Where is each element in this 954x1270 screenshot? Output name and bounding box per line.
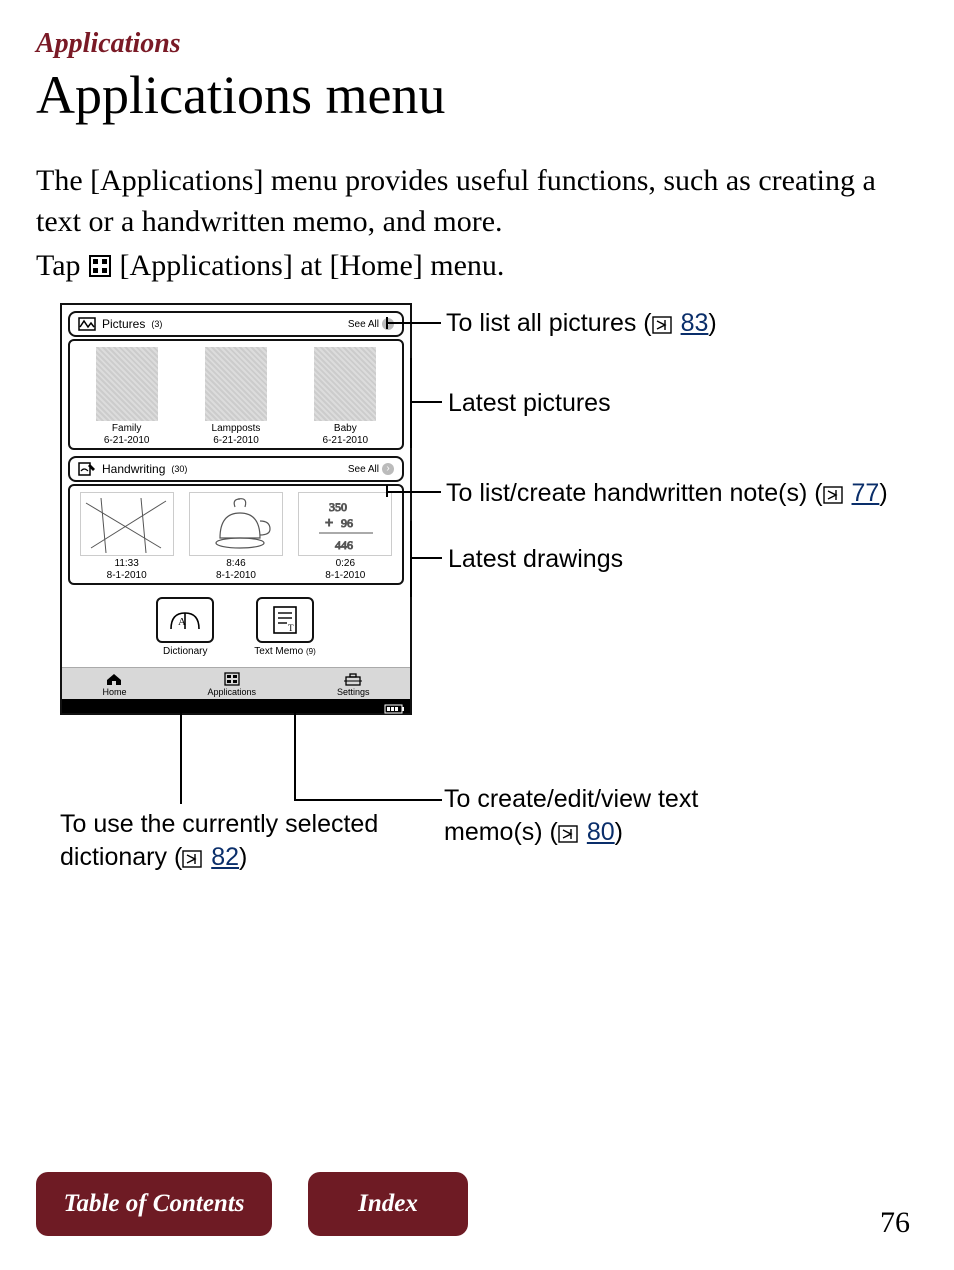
leader-tick <box>410 358 412 448</box>
thumb-label: 11:33 <box>75 558 179 570</box>
device-footer: Home Applications Settings <box>62 667 410 699</box>
leader-line <box>386 322 441 324</box>
dictionary-label: Dictionary <box>156 646 214 657</box>
seeall-label: See All <box>348 464 379 475</box>
seeall-label: See All <box>348 319 379 330</box>
device-statusbar <box>62 699 410 713</box>
svg-text:A: A <box>178 616 186 628</box>
battery-icon <box>384 701 406 719</box>
footer-settings[interactable]: Settings <box>337 672 370 697</box>
thumb-date: 8-1-2010 <box>293 570 397 581</box>
callout-textmemo: To create/edit/view text memo(s) ( 80) <box>444 783 764 851</box>
chevron-right-icon: › <box>382 318 394 330</box>
leader-line <box>410 401 442 403</box>
thumb-date: 6-21-2010 <box>75 435 179 446</box>
handwriting-icon <box>78 462 96 476</box>
footer-applications[interactable]: Applications <box>207 672 256 697</box>
svg-text:T: T <box>288 623 294 633</box>
drawing-thumb-3[interactable]: 350 96 +446 0:26 8-1-2010 <box>293 492 397 581</box>
page-link-80[interactable]: 80 <box>587 818 615 846</box>
page-ref-icon <box>823 480 843 513</box>
home-icon <box>105 672 123 686</box>
callout-latest-drawings: Latest drawings <box>448 543 623 576</box>
leader-line <box>294 706 296 800</box>
leader-line <box>294 799 442 801</box>
page-link-77[interactable]: 77 <box>852 479 880 507</box>
diagram: Pictures (3) See All › Family 6-21-2010 … <box>36 303 918 883</box>
pictures-count: (3) <box>151 319 162 329</box>
device-screenshot: Pictures (3) See All › Family 6-21-2010 … <box>60 303 412 715</box>
svg-text:96: 96 <box>341 516 353 530</box>
textmemo-icon: T <box>256 597 314 643</box>
thumb-label: Baby <box>293 423 397 435</box>
page-number: 76 <box>880 1206 910 1240</box>
tap-pre: Tap <box>36 249 88 282</box>
leader-tick <box>168 706 194 708</box>
pictures-label: Pictures <box>102 317 145 331</box>
leader-line <box>410 557 442 559</box>
handwriting-label: Handwriting <box>102 462 165 476</box>
leader-tick <box>386 485 388 497</box>
textmemo-tile[interactable]: T Text Memo (9) <box>254 597 315 657</box>
thumb-date: 8-1-2010 <box>75 570 179 581</box>
section-header: Applications <box>36 28 918 60</box>
thumb-label: 0:26 <box>293 558 397 570</box>
page-link-83[interactable]: 83 <box>681 309 709 337</box>
intro-paragraph: The [Applications] menu provides useful … <box>36 160 918 243</box>
svg-text:350: 350 <box>329 500 347 514</box>
drawing-thumb-1[interactable]: 11:33 8-1-2010 <box>75 492 179 581</box>
page-ref-icon <box>182 844 202 877</box>
svg-text:446: 446 <box>335 538 353 552</box>
thumb-label: 8:46 <box>184 558 288 570</box>
handwriting-thumbs[interactable]: 11:33 8-1-2010 8:46 8-1-2010 350 96 +446 0… <box>68 484 404 585</box>
footer-applications-label: Applications <box>207 687 256 697</box>
callout-latest-pictures: Latest pictures <box>448 387 611 420</box>
page-ref-icon <box>652 310 672 343</box>
chevron-right-icon: › <box>382 463 394 475</box>
dictionary-icon: A <box>156 597 214 643</box>
thumb-label: Lampposts <box>184 423 288 435</box>
toc-button[interactable]: Table of Contents <box>36 1172 272 1236</box>
leader-tick <box>386 317 388 329</box>
dictionary-tile[interactable]: A Dictionary <box>156 597 214 657</box>
callout-dictionary: To use the currently selected dictionary… <box>60 808 400 876</box>
app-tiles-row: A Dictionary T Text Memo (9) <box>62 591 410 667</box>
handwriting-count: (30) <box>171 464 187 474</box>
settings-icon <box>343 672 363 686</box>
pictures-thumbs[interactable]: Family 6-21-2010 Lampposts 6-21-2010 Bab… <box>68 339 404 450</box>
pictures-header[interactable]: Pictures (3) See All › <box>68 311 404 337</box>
footer-settings-label: Settings <box>337 687 370 697</box>
callout-pictures-all: To list all pictures ( 83) <box>446 307 717 343</box>
picture-thumb-lampposts[interactable]: Lampposts 6-21-2010 <box>184 347 288 446</box>
footer-home-label: Home <box>102 687 126 697</box>
handwriting-header[interactable]: Handwriting (30) See All › <box>68 456 404 482</box>
tap-post: [Applications] at [Home] menu. <box>112 249 504 282</box>
tap-instruction: Tap [Applications] at [Home] menu. <box>36 245 918 289</box>
thumb-label: Family <box>75 423 179 435</box>
picture-thumb-family[interactable]: Family 6-21-2010 <box>75 347 179 446</box>
handwriting-seeall[interactable]: See All › <box>348 463 394 475</box>
footer-buttons: Table of Contents Index <box>36 1172 468 1236</box>
applications-icon <box>88 248 112 289</box>
thumb-date: 6-21-2010 <box>293 435 397 446</box>
page-title: Applications menu <box>36 64 918 126</box>
footer-home[interactable]: Home <box>102 672 126 697</box>
leader-tick <box>410 521 412 597</box>
applications-icon <box>224 672 240 686</box>
callout-handwriting-all: To list/create handwritten note(s) ( 77) <box>446 477 888 513</box>
picture-thumb-baby[interactable]: Baby 6-21-2010 <box>293 347 397 446</box>
pictures-icon <box>78 317 96 331</box>
leader-line <box>180 706 182 804</box>
leader-line <box>386 491 441 493</box>
index-button[interactable]: Index <box>308 1172 468 1236</box>
page-ref-icon <box>558 819 578 852</box>
page-link-82[interactable]: 82 <box>211 843 239 871</box>
textmemo-label: Text Memo (9) <box>254 646 315 657</box>
leader-tick <box>282 706 308 708</box>
thumb-date: 8-1-2010 <box>184 570 288 581</box>
svg-text:+: + <box>325 514 333 530</box>
drawing-thumb-2[interactable]: 8:46 8-1-2010 <box>184 492 288 581</box>
thumb-date: 6-21-2010 <box>184 435 288 446</box>
